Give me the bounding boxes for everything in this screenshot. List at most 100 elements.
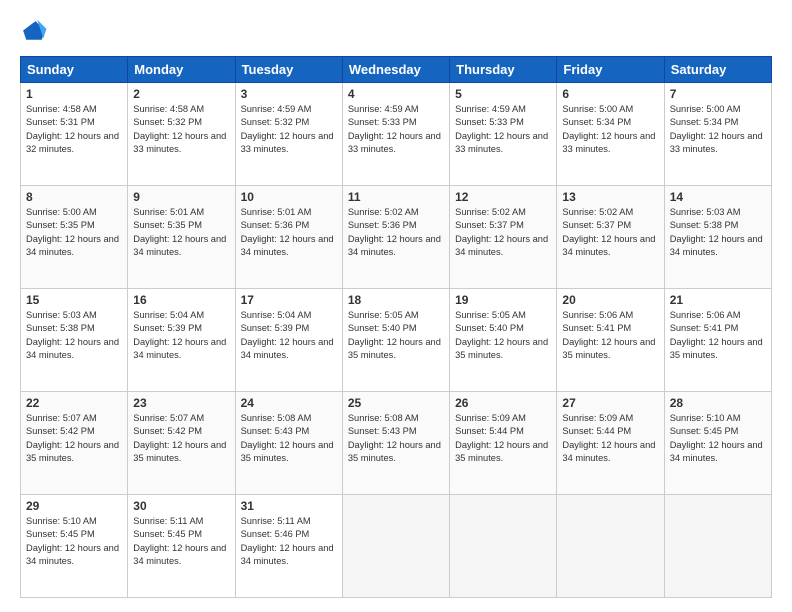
day-info: Sunrise: 5:02 AMSunset: 5:36 PMDaylight:… bbox=[348, 206, 444, 260]
calendar-cell: 13 Sunrise: 5:02 AMSunset: 5:37 PMDayligh… bbox=[557, 186, 664, 289]
day-info: Sunrise: 5:09 AMSunset: 5:44 PMDaylight:… bbox=[562, 412, 658, 466]
day-info: Sunrise: 5:11 AMSunset: 5:45 PMDaylight:… bbox=[133, 515, 229, 569]
day-number: 1 bbox=[26, 87, 122, 101]
day-info: Sunrise: 5:08 AMSunset: 5:43 PMDaylight:… bbox=[241, 412, 337, 466]
day-number: 30 bbox=[133, 499, 229, 513]
day-info: Sunrise: 5:02 AMSunset: 5:37 PMDaylight:… bbox=[562, 206, 658, 260]
weekday-header: Thursday bbox=[450, 57, 557, 83]
weekday-header: Friday bbox=[557, 57, 664, 83]
day-info: Sunrise: 5:02 AMSunset: 5:37 PMDaylight:… bbox=[455, 206, 551, 260]
day-number: 10 bbox=[241, 190, 337, 204]
day-number: 16 bbox=[133, 293, 229, 307]
day-number: 5 bbox=[455, 87, 551, 101]
header bbox=[20, 18, 772, 46]
calendar-cell: 16Sunrise: 5:04 AMSunset: 5:39 PMDayligh… bbox=[128, 289, 235, 392]
calendar-cell bbox=[342, 495, 449, 598]
day-number: 6 bbox=[562, 87, 658, 101]
calendar-cell: 11 Sunrise: 5:02 AMSunset: 5:36 PMDayligh… bbox=[342, 186, 449, 289]
calendar-cell: 31 Sunrise: 5:11 AMSunset: 5:46 PMDayligh… bbox=[235, 495, 342, 598]
calendar-cell: 6 Sunrise: 5:00 AMSunset: 5:34 PMDaylight… bbox=[557, 83, 664, 186]
day-number: 31 bbox=[241, 499, 337, 513]
day-number: 21 bbox=[670, 293, 766, 307]
day-info: Sunrise: 5:08 AMSunset: 5:43 PMDaylight:… bbox=[348, 412, 444, 466]
calendar-cell: 10 Sunrise: 5:01 AMSunset: 5:36 PMDayligh… bbox=[235, 186, 342, 289]
day-info: Sunrise: 5:00 AMSunset: 5:34 PMDaylight:… bbox=[562, 103, 658, 157]
day-number: 13 bbox=[562, 190, 658, 204]
day-info: Sunrise: 5:10 AMSunset: 5:45 PMDaylight:… bbox=[670, 412, 766, 466]
day-number: 11 bbox=[348, 190, 444, 204]
weekday-header: Sunday bbox=[21, 57, 128, 83]
day-number: 28 bbox=[670, 396, 766, 410]
calendar-cell: 9 Sunrise: 5:01 AMSunset: 5:35 PMDaylight… bbox=[128, 186, 235, 289]
day-number: 3 bbox=[241, 87, 337, 101]
calendar-cell: 27 Sunrise: 5:09 AMSunset: 5:44 PMDayligh… bbox=[557, 392, 664, 495]
calendar-cell: 29 Sunrise: 5:10 AMSunset: 5:45 PMDayligh… bbox=[21, 495, 128, 598]
calendar-cell: 19Sunrise: 5:05 AMSunset: 5:40 PMDayligh… bbox=[450, 289, 557, 392]
calendar-cell: 1 Sunrise: 4:58 AMSunset: 5:31 PMDaylight… bbox=[21, 83, 128, 186]
day-info: Sunrise: 4:58 AMSunset: 5:32 PMDaylight:… bbox=[133, 103, 229, 157]
day-number: 12 bbox=[455, 190, 551, 204]
weekday-header: Monday bbox=[128, 57, 235, 83]
day-number: 20 bbox=[562, 293, 658, 307]
calendar-cell: 3 Sunrise: 4:59 AMSunset: 5:32 PMDaylight… bbox=[235, 83, 342, 186]
day-number: 15 bbox=[26, 293, 122, 307]
day-info: Sunrise: 4:59 AMSunset: 5:32 PMDaylight:… bbox=[241, 103, 337, 157]
day-number: 4 bbox=[348, 87, 444, 101]
logo bbox=[20, 18, 52, 46]
day-number: 24 bbox=[241, 396, 337, 410]
calendar-cell: 22Sunrise: 5:07 AMSunset: 5:42 PMDayligh… bbox=[21, 392, 128, 495]
logo-icon bbox=[20, 18, 48, 46]
day-number: 14 bbox=[670, 190, 766, 204]
day-info: Sunrise: 4:59 AMSunset: 5:33 PMDaylight:… bbox=[348, 103, 444, 157]
day-number: 29 bbox=[26, 499, 122, 513]
calendar-cell: 14 Sunrise: 5:03 AMSunset: 5:38 PMDayligh… bbox=[664, 186, 771, 289]
calendar-cell: 8 Sunrise: 5:00 AMSunset: 5:35 PMDaylight… bbox=[21, 186, 128, 289]
calendar-cell: 17Sunrise: 5:04 AMSunset: 5:39 PMDayligh… bbox=[235, 289, 342, 392]
day-number: 23 bbox=[133, 396, 229, 410]
day-info: Sunrise: 4:58 AMSunset: 5:31 PMDaylight:… bbox=[26, 103, 122, 157]
day-info: Sunrise: 5:03 AMSunset: 5:38 PMDaylight:… bbox=[26, 309, 122, 363]
day-info: Sunrise: 5:05 AMSunset: 5:40 PMDaylight:… bbox=[348, 309, 444, 363]
day-number: 27 bbox=[562, 396, 658, 410]
day-number: 25 bbox=[348, 396, 444, 410]
calendar-cell: 28 Sunrise: 5:10 AMSunset: 5:45 PMDayligh… bbox=[664, 392, 771, 495]
day-number: 7 bbox=[670, 87, 766, 101]
weekday-header: Tuesday bbox=[235, 57, 342, 83]
day-info: Sunrise: 5:06 AMSunset: 5:41 PMDaylight:… bbox=[670, 309, 766, 363]
day-info: Sunrise: 5:07 AMSunset: 5:42 PMDaylight:… bbox=[133, 412, 229, 466]
page: SundayMondayTuesdayWednesdayThursdayFrid… bbox=[0, 0, 792, 612]
day-info: Sunrise: 5:03 AMSunset: 5:38 PMDaylight:… bbox=[670, 206, 766, 260]
day-info: Sunrise: 5:11 AMSunset: 5:46 PMDaylight:… bbox=[241, 515, 337, 569]
calendar-cell: 5Sunrise: 4:59 AMSunset: 5:33 PMDaylight… bbox=[450, 83, 557, 186]
calendar-cell: 2 Sunrise: 4:58 AMSunset: 5:32 PMDaylight… bbox=[128, 83, 235, 186]
calendar-cell: 7 Sunrise: 5:00 AMSunset: 5:34 PMDaylight… bbox=[664, 83, 771, 186]
calendar-cell: 26 Sunrise: 5:09 AMSunset: 5:44 PMDayligh… bbox=[450, 392, 557, 495]
day-info: Sunrise: 5:00 AMSunset: 5:34 PMDaylight:… bbox=[670, 103, 766, 157]
calendar-cell bbox=[450, 495, 557, 598]
calendar-cell: 4 Sunrise: 4:59 AMSunset: 5:33 PMDaylight… bbox=[342, 83, 449, 186]
day-number: 8 bbox=[26, 190, 122, 204]
calendar-cell: 30 Sunrise: 5:11 AMSunset: 5:45 PMDayligh… bbox=[128, 495, 235, 598]
day-info: Sunrise: 5:01 AMSunset: 5:35 PMDaylight:… bbox=[133, 206, 229, 260]
day-number: 18 bbox=[348, 293, 444, 307]
day-info: Sunrise: 5:09 AMSunset: 5:44 PMDaylight:… bbox=[455, 412, 551, 466]
day-info: Sunrise: 5:05 AMSunset: 5:40 PMDaylight:… bbox=[455, 309, 551, 363]
calendar-cell: 18 Sunrise: 5:05 AMSunset: 5:40 PMDayligh… bbox=[342, 289, 449, 392]
calendar-cell: 15 Sunrise: 5:03 AMSunset: 5:38 PMDayligh… bbox=[21, 289, 128, 392]
day-info: Sunrise: 5:01 AMSunset: 5:36 PMDaylight:… bbox=[241, 206, 337, 260]
weekday-header: Wednesday bbox=[342, 57, 449, 83]
calendar-cell: 20 Sunrise: 5:06 AMSunset: 5:41 PMDayligh… bbox=[557, 289, 664, 392]
weekday-header: Saturday bbox=[664, 57, 771, 83]
day-info: Sunrise: 5:06 AMSunset: 5:41 PMDaylight:… bbox=[562, 309, 658, 363]
day-number: 17 bbox=[241, 293, 337, 307]
day-number: 2 bbox=[133, 87, 229, 101]
day-info: Sunrise: 5:10 AMSunset: 5:45 PMDaylight:… bbox=[26, 515, 122, 569]
calendar-cell: 12 Sunrise: 5:02 AMSunset: 5:37 PMDayligh… bbox=[450, 186, 557, 289]
day-number: 9 bbox=[133, 190, 229, 204]
day-number: 26 bbox=[455, 396, 551, 410]
day-info: Sunrise: 5:00 AMSunset: 5:35 PMDaylight:… bbox=[26, 206, 122, 260]
calendar-cell: 25 Sunrise: 5:08 AMSunset: 5:43 PMDayligh… bbox=[342, 392, 449, 495]
calendar-cell: 23 Sunrise: 5:07 AMSunset: 5:42 PMDayligh… bbox=[128, 392, 235, 495]
calendar: SundayMondayTuesdayWednesdayThursdayFrid… bbox=[20, 56, 772, 598]
calendar-cell bbox=[664, 495, 771, 598]
